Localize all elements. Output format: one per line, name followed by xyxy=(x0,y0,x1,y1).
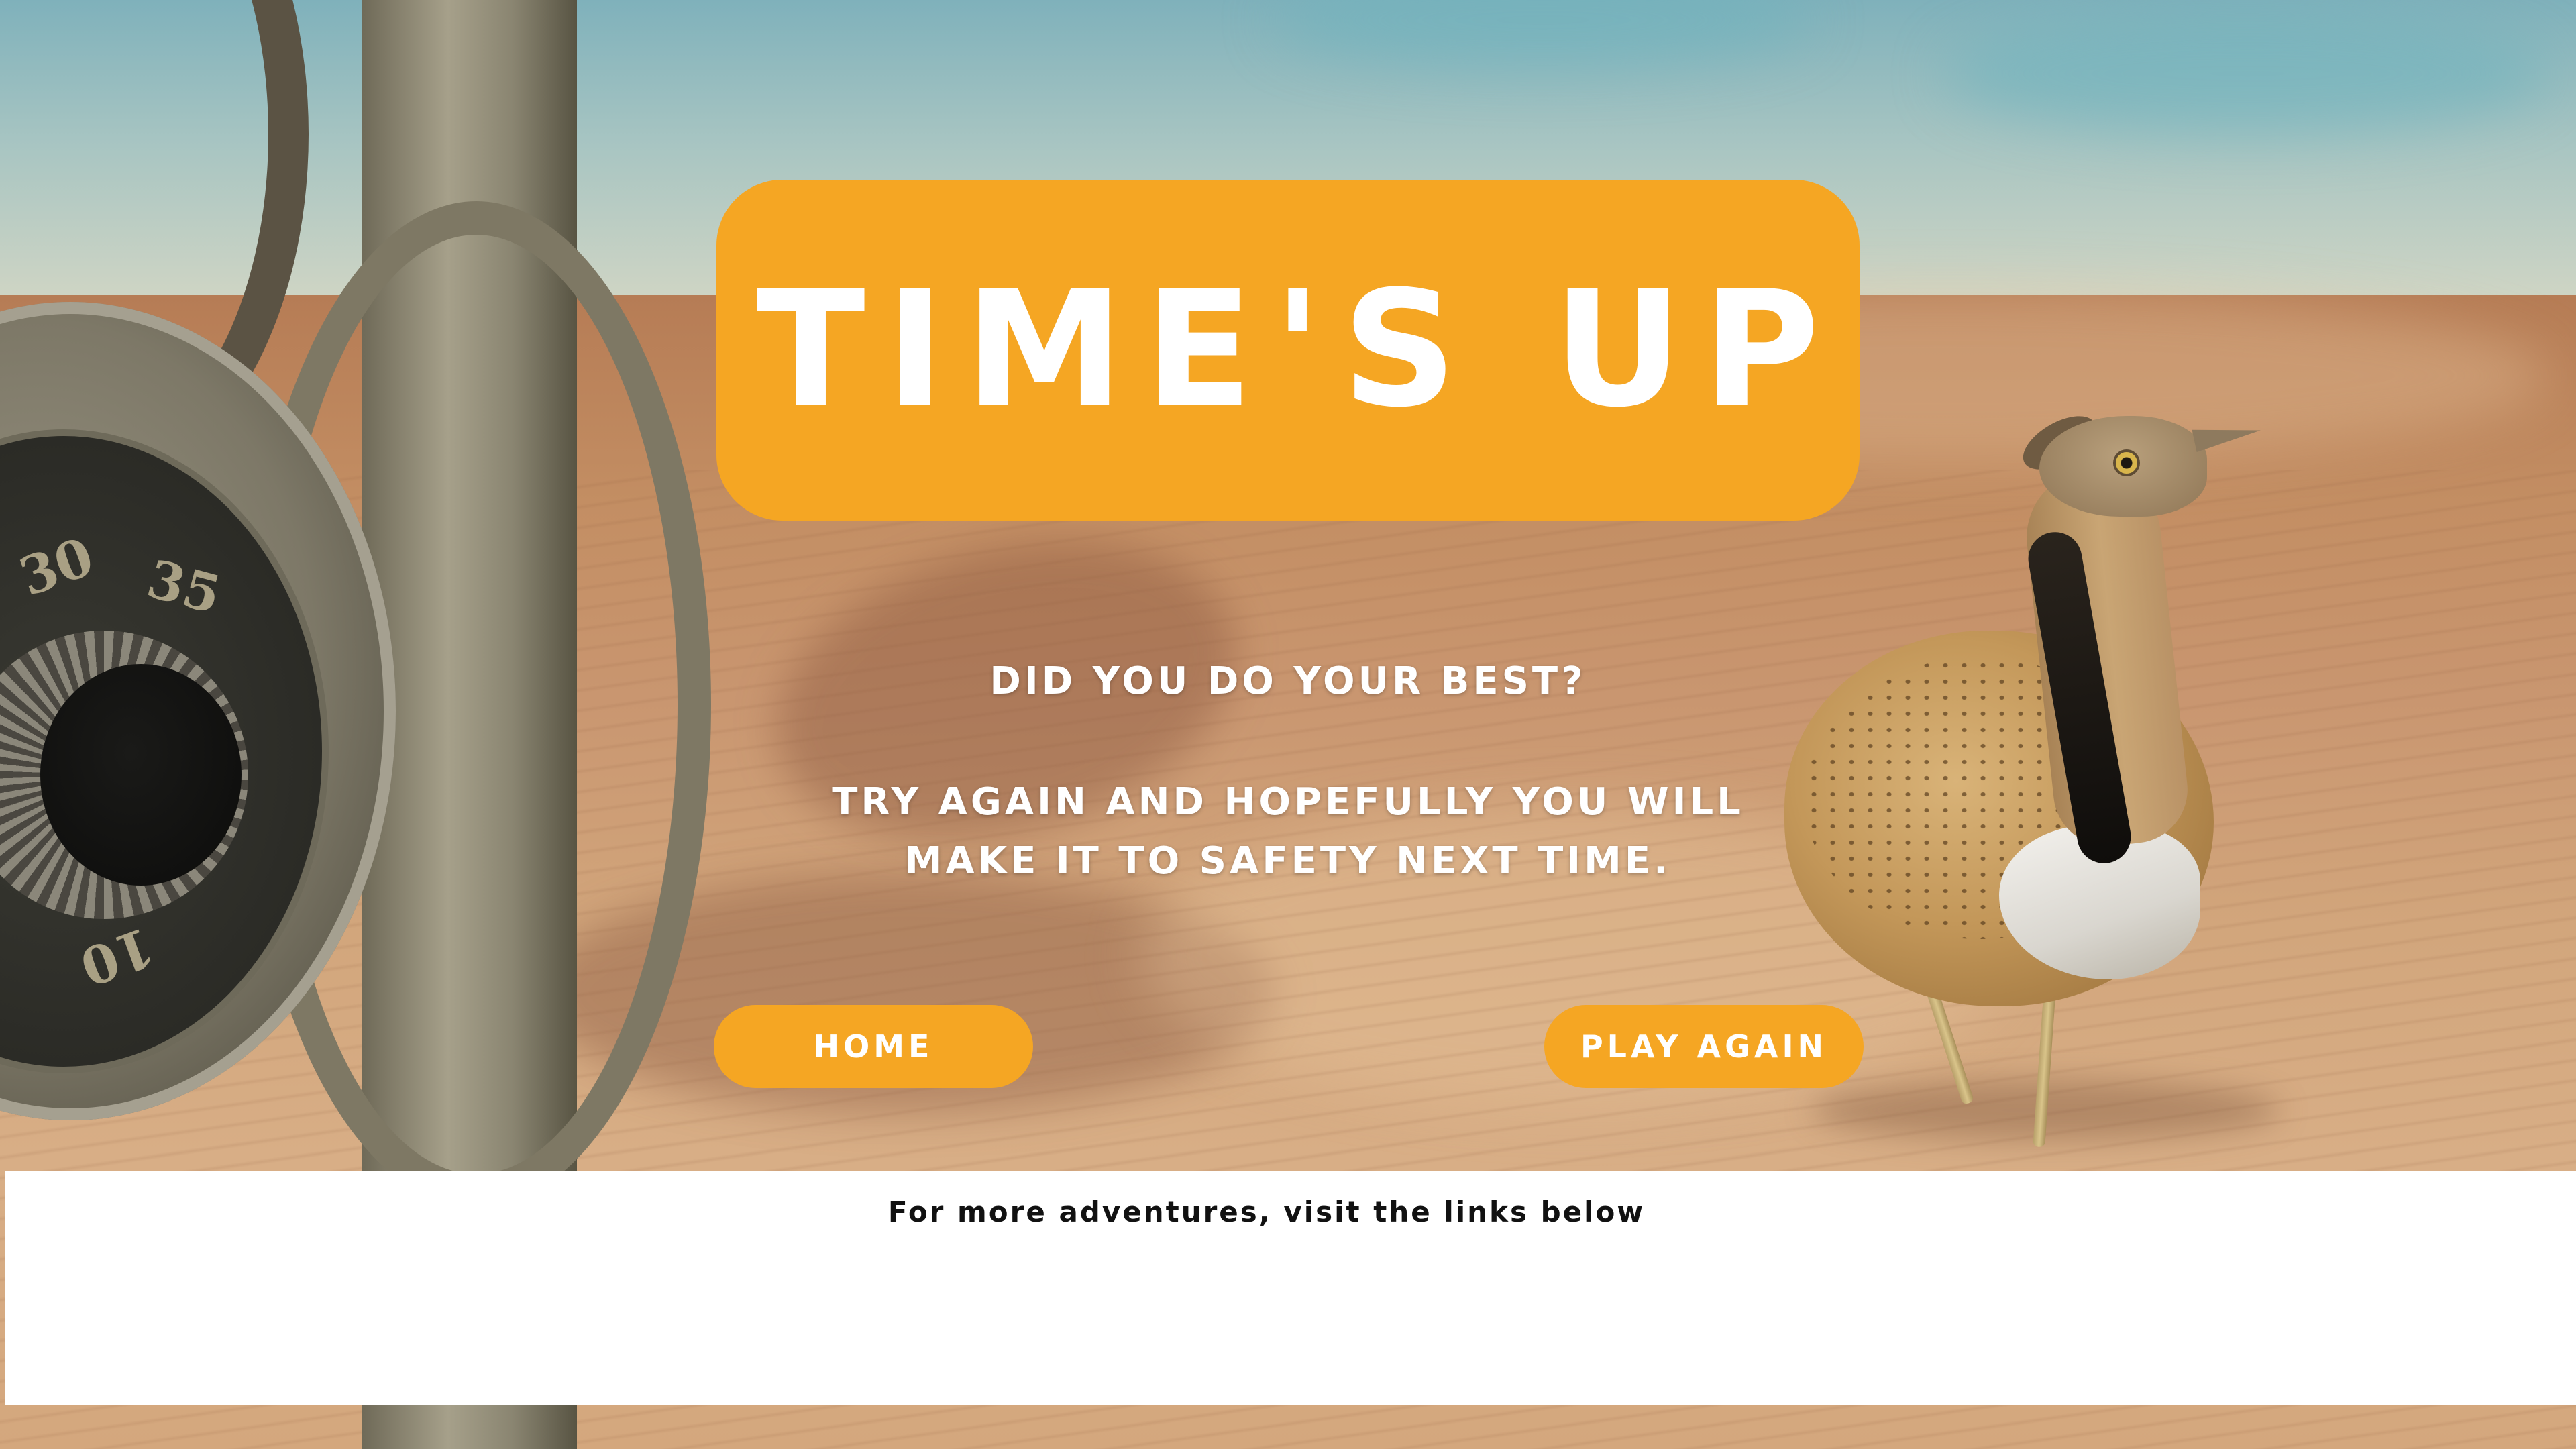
message-question: DID YOU DO YOUR BEST? xyxy=(989,659,1587,703)
message-line-2: MAKE IT TO SAFETY NEXT TIME. xyxy=(904,839,1672,883)
footer-text: For more adventures, visit the links bel… xyxy=(888,1195,1646,1228)
game-over-screen: 30 35 10 TIME'S UP DID YOU DO YOUR BEST?… xyxy=(0,0,2576,1449)
message-line-1: TRY AGAIN AND HOPEFULLY YOU WILL xyxy=(832,780,1744,824)
bird-eye xyxy=(2113,449,2140,476)
footer-panel: For more adventures, visit the links bel… xyxy=(5,1171,2576,1405)
page-title: TIME'S UP xyxy=(756,257,1840,443)
dial-knob-center xyxy=(40,664,241,885)
sky-haze xyxy=(1945,13,2549,134)
home-button[interactable]: HOME xyxy=(714,1005,1033,1088)
play-again-button[interactable]: PLAY AGAIN xyxy=(1544,1005,1864,1088)
title-banner: TIME'S UP xyxy=(716,180,1860,521)
